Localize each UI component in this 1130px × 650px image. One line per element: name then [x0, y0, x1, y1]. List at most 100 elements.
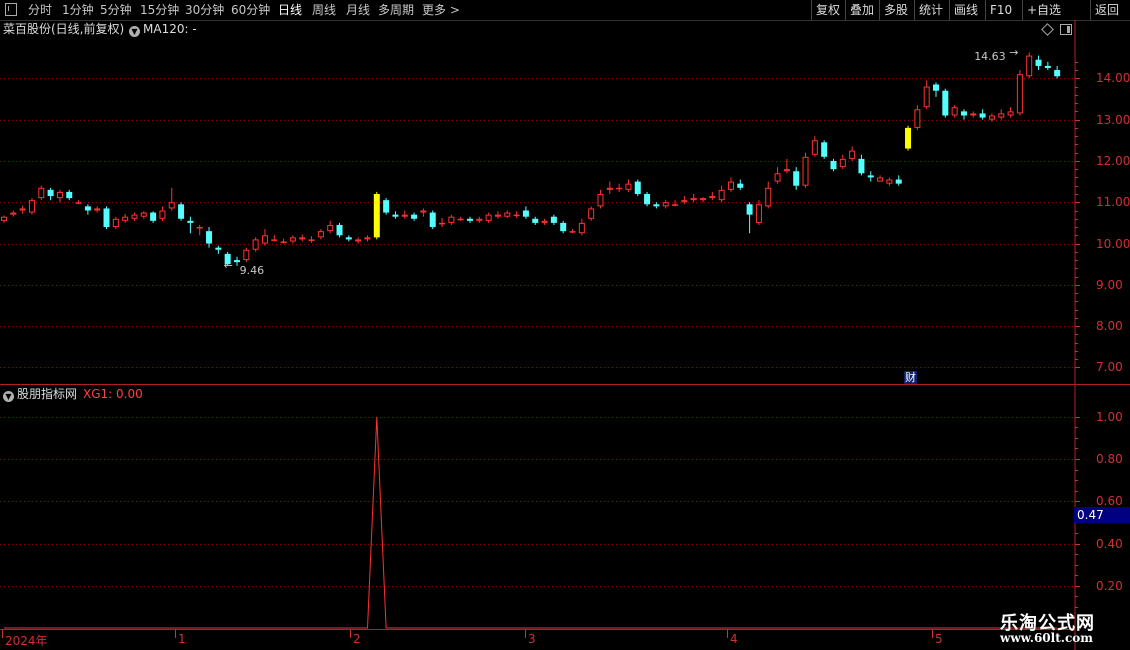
candle — [364, 235, 371, 242]
indicator-tick-label: 0.40 — [1096, 536, 1123, 551]
candle — [47, 187, 54, 201]
candle — [122, 213, 129, 223]
candle — [550, 214, 557, 225]
candle — [718, 185, 725, 203]
date-tick-mark — [2, 630, 3, 638]
date-tick-label: 4 — [730, 632, 738, 646]
candle — [476, 216, 483, 223]
date-tick-mark — [175, 630, 176, 638]
candle — [942, 88, 949, 118]
candle — [858, 154, 865, 176]
candle — [811, 136, 818, 157]
candle — [653, 202, 660, 209]
candle — [755, 200, 762, 225]
finance-badge[interactable]: 财 — [904, 371, 918, 384]
price-tick-label: 9.00 — [1096, 277, 1123, 292]
indicator-tick-label: 0.60 — [1096, 493, 1123, 508]
candle — [392, 211, 399, 219]
candle — [914, 105, 921, 130]
date-tick-mark — [932, 630, 933, 638]
high-price-label: 14.63 — [974, 50, 1006, 64]
candle — [578, 218, 585, 236]
price-tick-label: 14.00 — [1096, 70, 1130, 85]
indicator-tick-label: 1.00 — [1096, 409, 1123, 424]
candle — [504, 210, 511, 218]
candle — [373, 191, 380, 240]
candle — [709, 191, 716, 201]
candle — [494, 211, 501, 219]
candle — [317, 229, 324, 240]
candle — [243, 247, 250, 263]
candle — [849, 146, 856, 161]
candle — [970, 111, 977, 118]
cursor-value-badge: 0.47 — [1074, 507, 1130, 523]
candle — [467, 216, 473, 223]
candle — [383, 198, 390, 215]
candle — [252, 237, 259, 252]
candle — [103, 206, 110, 230]
candle — [625, 179, 632, 192]
indicator-value: XG1: 0.00 — [83, 387, 143, 401]
candle — [327, 220, 334, 234]
candle — [299, 234, 306, 242]
chevron-down-icon[interactable]: ▼ — [3, 391, 14, 402]
candle — [271, 235, 278, 242]
candle — [933, 82, 939, 97]
candle — [960, 109, 967, 120]
candle — [606, 181, 613, 194]
candle — [905, 125, 912, 151]
candle — [94, 206, 101, 213]
candle — [839, 154, 846, 170]
candle — [988, 113, 995, 122]
low-price-label: 9.46 — [239, 263, 265, 277]
candle — [485, 212, 492, 223]
candle — [1007, 107, 1014, 118]
watermark-url: www.60lt.com — [1000, 631, 1093, 645]
date-tick-label: 2024年 — [5, 634, 48, 648]
candle — [513, 211, 520, 218]
candle — [998, 109, 1005, 120]
chart-canvas[interactable] — [0, 0, 1130, 650]
date-tick-label: 1 — [178, 632, 186, 646]
candle — [877, 175, 884, 182]
date-tick-label: 2 — [353, 632, 361, 646]
candle — [588, 206, 595, 221]
candle — [448, 214, 455, 225]
candle — [439, 217, 446, 228]
candle — [411, 212, 418, 221]
candle — [1026, 52, 1033, 79]
candle — [886, 177, 893, 186]
date-tick-mark — [727, 630, 728, 638]
candle — [1044, 61, 1051, 71]
date-tick-mark — [525, 630, 526, 638]
candle — [1035, 55, 1042, 71]
candle — [215, 245, 222, 254]
indicator-title[interactable]: ▼ 股朋指标网 — [3, 386, 77, 402]
candle — [830, 158, 837, 172]
price-tick-label: 10.00 — [1096, 236, 1130, 251]
candle — [75, 200, 82, 205]
candle — [159, 206, 166, 221]
candle — [38, 185, 45, 201]
low-arrow-icon: ← — [223, 258, 233, 272]
candle — [774, 167, 781, 184]
high-arrow-icon: → — [1009, 46, 1019, 60]
candle — [261, 229, 268, 246]
candle — [895, 175, 902, 186]
candle — [429, 210, 436, 230]
candle — [66, 189, 73, 201]
candle — [150, 211, 157, 223]
candle — [923, 80, 930, 110]
candle — [1016, 70, 1023, 116]
price-tick-label: 11.00 — [1096, 194, 1130, 209]
candle — [308, 236, 315, 243]
candle — [131, 212, 138, 221]
candle — [560, 220, 567, 234]
candle — [112, 216, 119, 230]
candle — [19, 205, 26, 214]
date-axis: 2024年 1 2 3 4 5 — [0, 630, 1075, 650]
price-tick-label: 12.00 — [1096, 153, 1130, 168]
price-tick-label: 8.00 — [1096, 318, 1123, 333]
candle — [727, 177, 734, 192]
candle — [867, 171, 874, 182]
